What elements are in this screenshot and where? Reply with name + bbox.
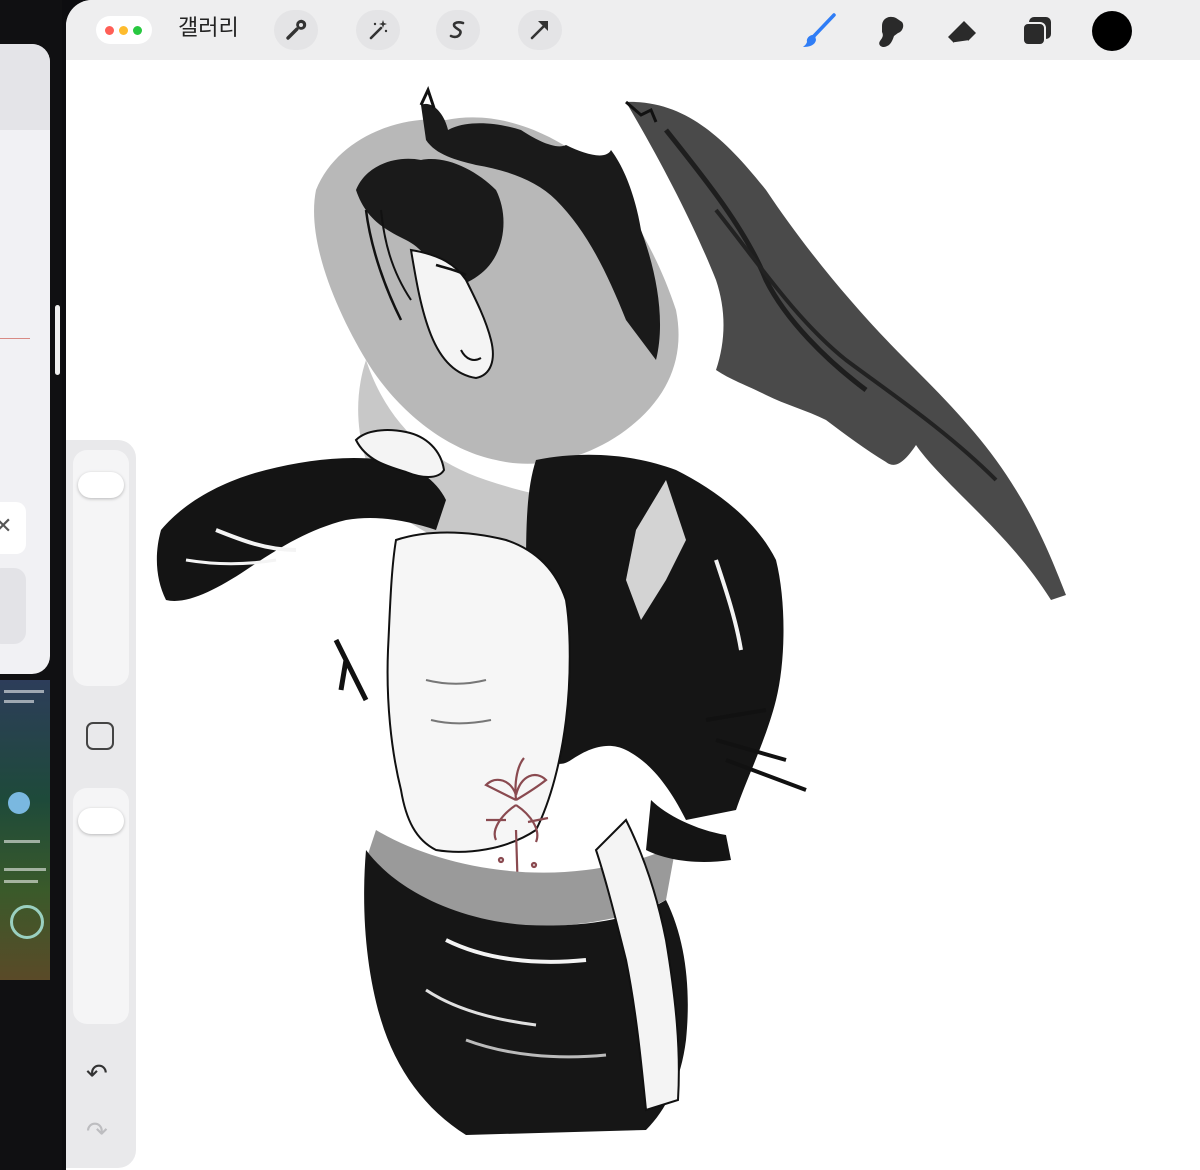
adjustments-button[interactable]	[356, 10, 400, 50]
background-app-control[interactable]	[0, 568, 26, 644]
game-orb	[8, 792, 30, 814]
minimize-dot[interactable]	[119, 26, 128, 35]
text-line	[4, 880, 38, 883]
brush-size-slider[interactable]	[73, 450, 129, 686]
undo-icon[interactable]: ↶	[86, 1060, 108, 1088]
text-line	[4, 690, 44, 693]
drawing-canvas[interactable]: ↶ ↷	[66, 60, 1200, 1170]
wrench-icon	[286, 19, 307, 40]
magic-wand-icon	[369, 20, 388, 40]
color-swatch-icon[interactable]	[1092, 11, 1132, 51]
opacity-slider[interactable]	[73, 788, 129, 1024]
brush-size-thumb[interactable]	[78, 472, 124, 498]
close-icon: ✕	[0, 514, 13, 539]
selection-s-icon	[449, 21, 465, 39]
procreate-window: 갤러리 ↶ ↷	[66, 0, 1200, 1170]
split-view-handle[interactable]	[55, 305, 60, 375]
artwork-illustration	[156, 85, 1066, 1135]
eraser-icon[interactable]	[944, 12, 982, 50]
brush-icon[interactable]	[800, 12, 838, 50]
divider	[0, 338, 30, 339]
window-controls[interactable]	[96, 16, 152, 44]
close-dot[interactable]	[105, 26, 114, 35]
background-game-preview	[0, 680, 50, 980]
text-line	[4, 700, 34, 703]
redo-icon[interactable]: ↷	[86, 1118, 108, 1146]
text-line	[4, 840, 40, 843]
background-app: ✕	[0, 0, 62, 1170]
zoom-dot[interactable]	[133, 26, 142, 35]
actions-button[interactable]	[274, 10, 318, 50]
gallery-button[interactable]: 갤러리	[178, 14, 239, 44]
modifier-square-icon[interactable]	[86, 722, 114, 750]
game-ring	[10, 905, 44, 939]
transform-arrow-icon	[530, 21, 548, 40]
top-toolbar: 갤러리	[66, 0, 1200, 60]
background-app-card: ✕	[0, 44, 50, 674]
layers-icon[interactable]	[1018, 12, 1056, 50]
opacity-thumb[interactable]	[78, 808, 124, 834]
smudge-icon[interactable]	[872, 12, 910, 50]
sidebar-panel: ↶ ↷	[66, 440, 136, 1168]
text-line	[4, 868, 46, 871]
background-app-header	[0, 44, 50, 130]
transform-button[interactable]	[518, 10, 562, 50]
torso	[386, 531, 571, 853]
selection-button[interactable]	[436, 10, 480, 50]
close-button[interactable]: ✕	[0, 502, 26, 554]
